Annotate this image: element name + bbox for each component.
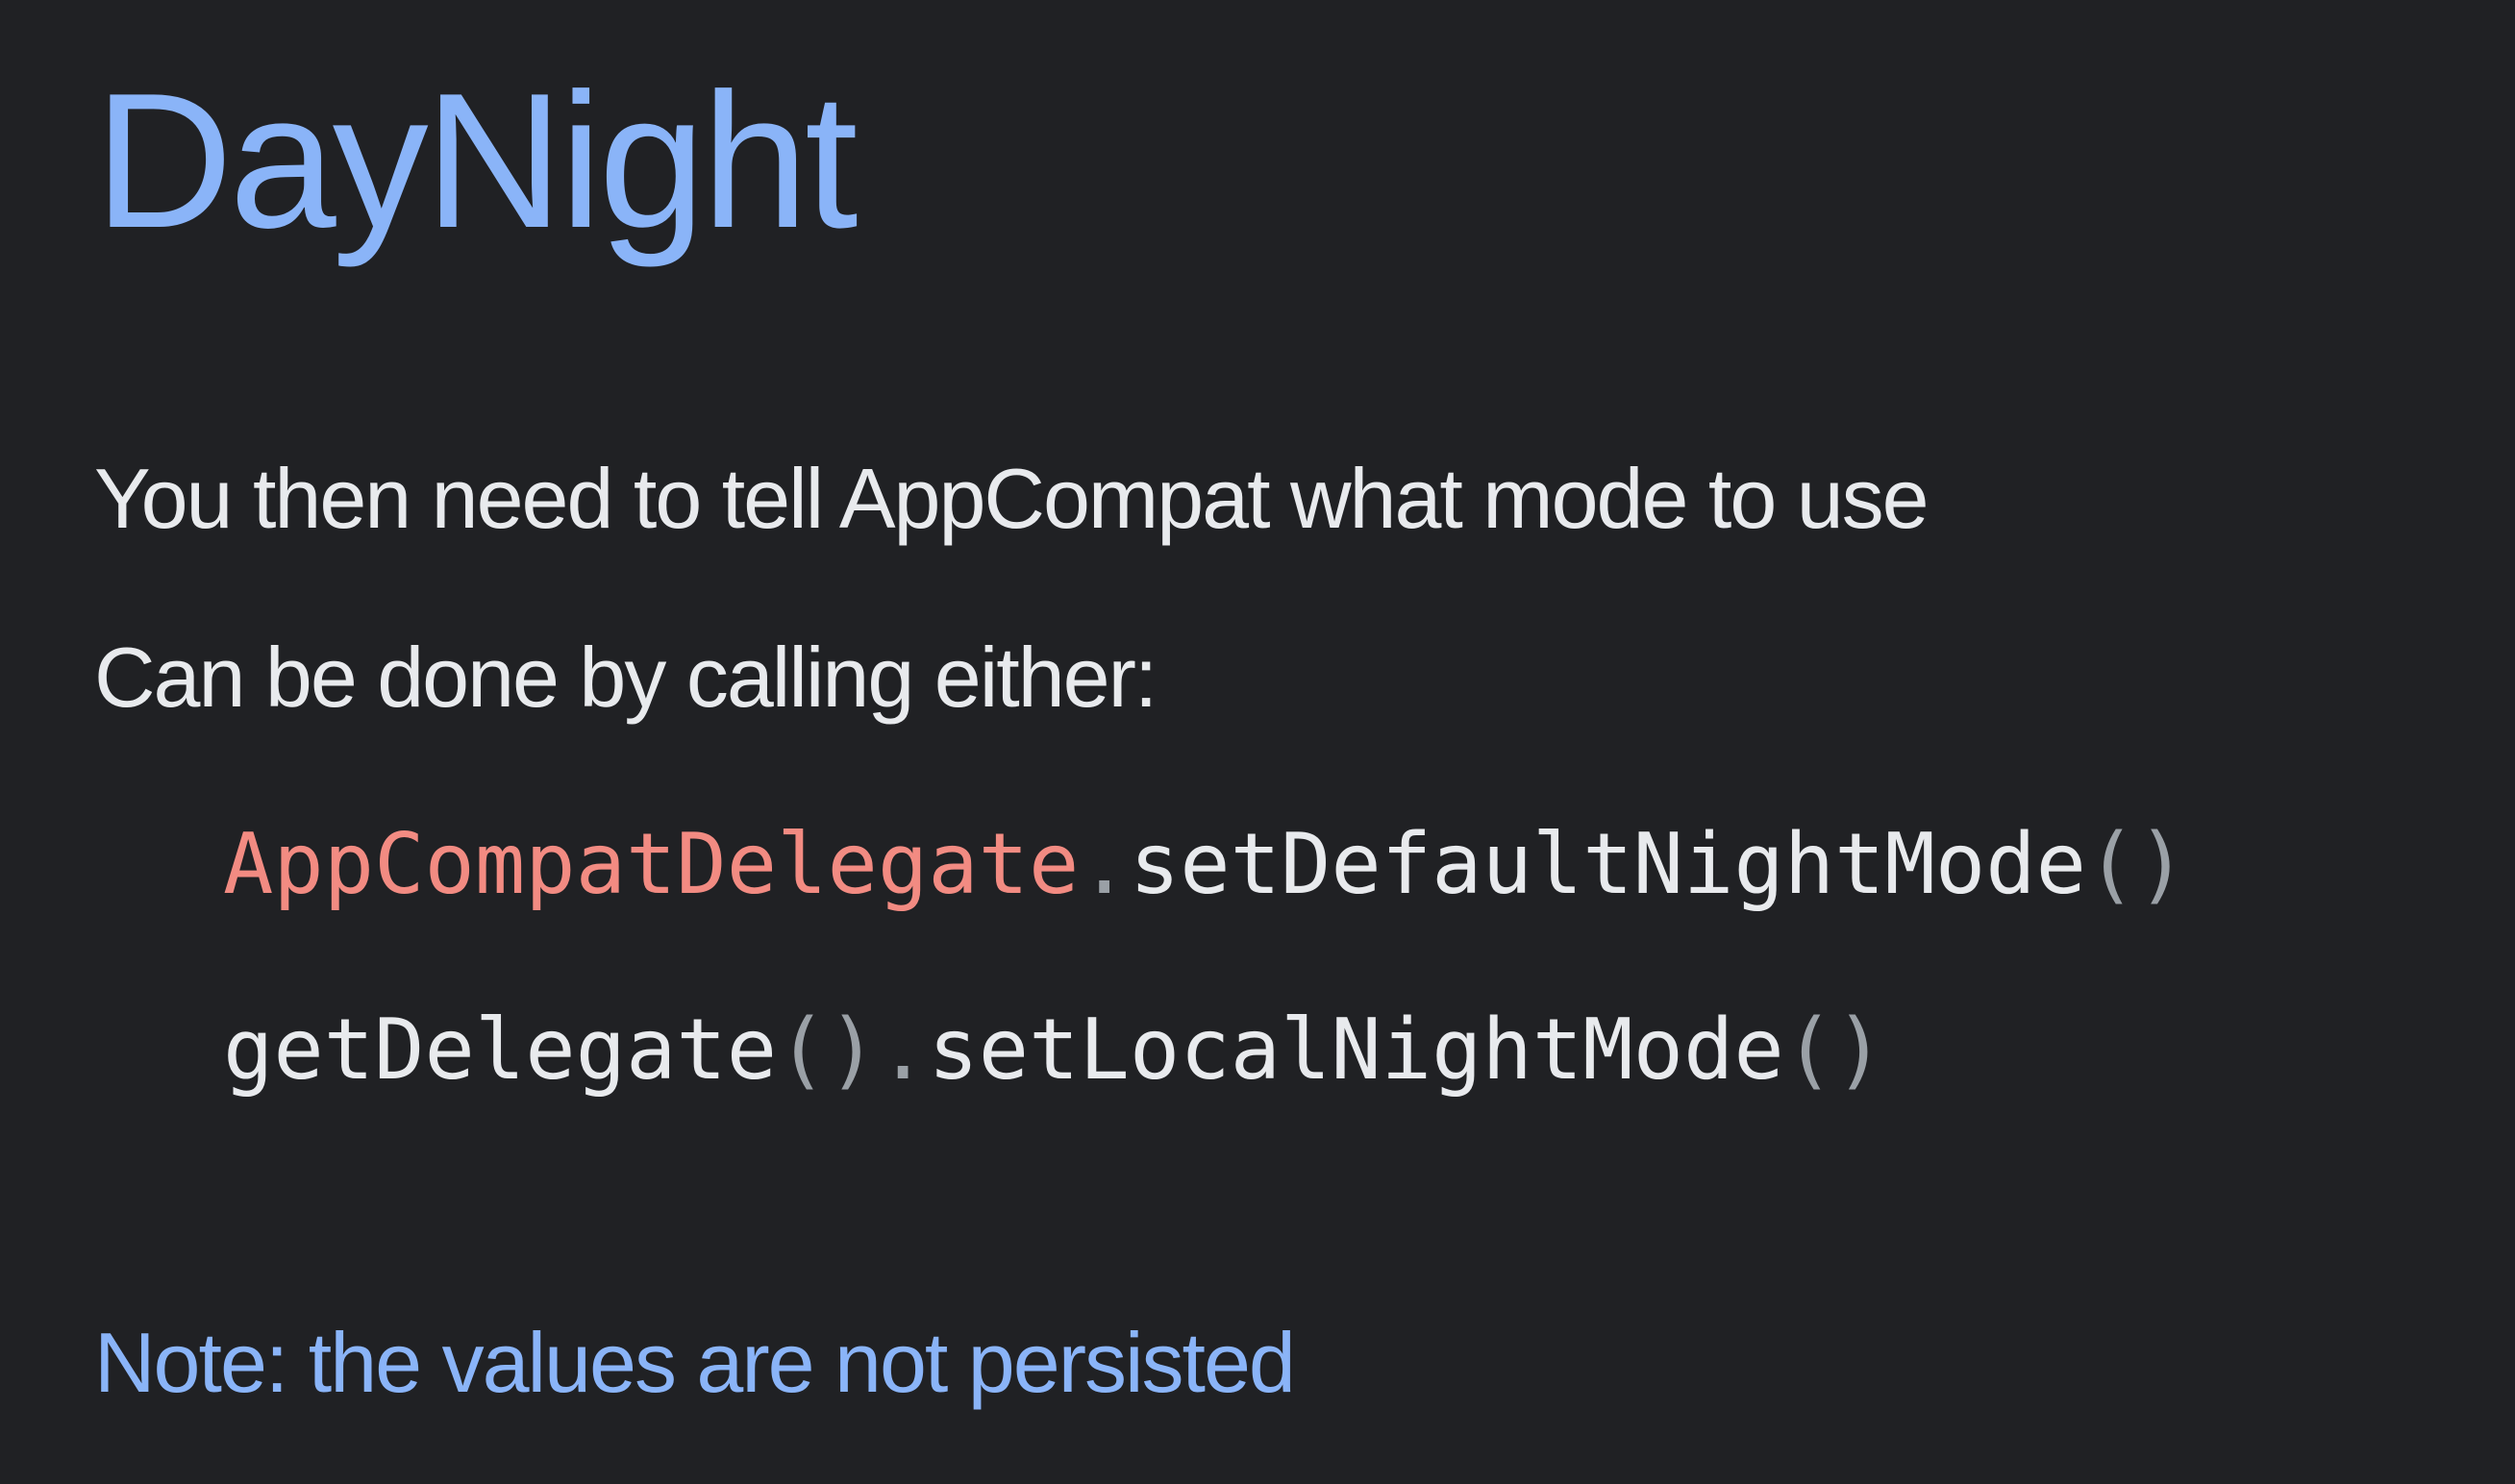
body-line-tell-appcompat: You then need to tell AppCompat what mod… [94, 451, 1930, 546]
note-text: Note: the values are not persisted [94, 1315, 1296, 1410]
code-method-name: getDelegate [223, 1001, 778, 1099]
code-parens: () [1783, 1001, 1885, 1099]
slide-title: DayNight [94, 54, 859, 268]
code-line-set-local-night-mode: getDelegate().setLocalNightMode() [223, 1000, 1885, 1100]
code-method-name: setDefaultNightMode [1129, 815, 2087, 913]
code-dot: . [877, 1001, 929, 1099]
code-method-name: setLocalNightMode [928, 1001, 1784, 1099]
body-line-calling-either: Can be done by calling either: [94, 630, 1158, 725]
code-dot: . [1079, 815, 1130, 913]
code-class-name: AppCompatDelegate [223, 815, 1080, 913]
code-parens: () [2086, 815, 2187, 913]
code-line-set-default-night-mode: AppCompatDelegate.setDefaultNightMode() [223, 814, 2187, 914]
slide: DayNight You then need to tell AppCompat… [0, 0, 2515, 1484]
code-parens: () [777, 1001, 878, 1099]
